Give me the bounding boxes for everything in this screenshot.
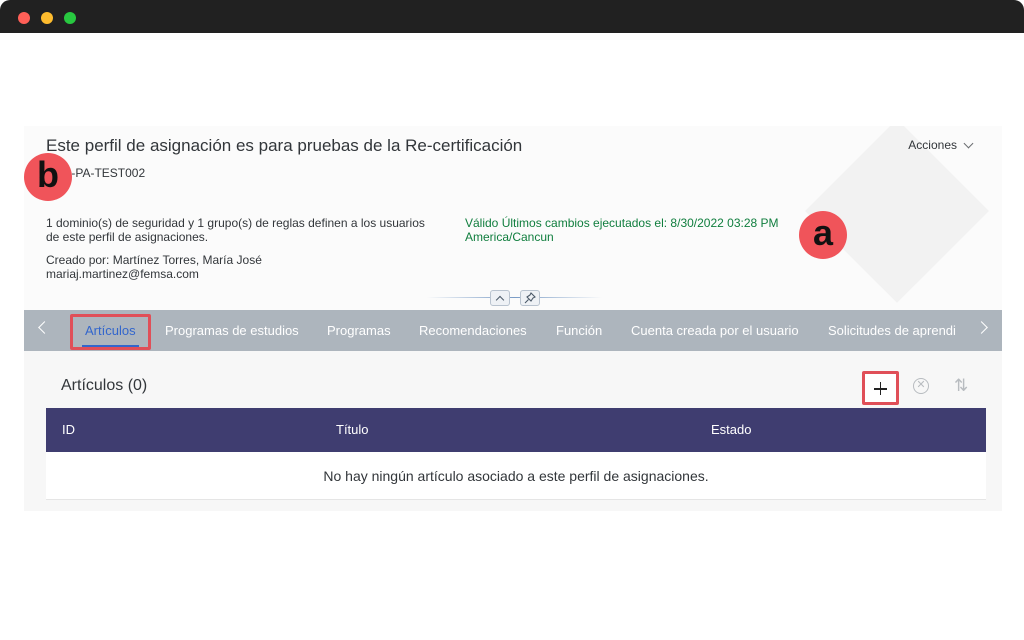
assignment-profile-page: Este perfil de asignación es para prueba…: [24, 126, 1002, 511]
created-by-email: mariaj.martinez@femsa.com: [46, 267, 199, 281]
pin-header-button[interactable]: [520, 290, 540, 306]
status-line: Válido Últimos cambios ejecutados el: 8/…: [465, 216, 779, 230]
sort-icon: ⇅: [954, 376, 969, 395]
tab-solicitudes[interactable]: Solicitudes de aprendi: [828, 310, 956, 351]
tab-strip: Artículos Programas de estudios Programa…: [59, 310, 957, 351]
empty-table-message: No hay ningún artículo asociado a este p…: [46, 452, 986, 500]
timezone: America/Cancun: [465, 230, 554, 244]
table-header: ID Título Estado: [46, 408, 986, 452]
pin-icon: [524, 292, 536, 304]
page-title: Este perfil de asignación es para prueba…: [46, 136, 523, 155]
object-header: Este perfil de asignación es para prueba…: [24, 126, 1002, 310]
annotation-highlight-b: [70, 314, 151, 350]
close-window-button[interactable]: [18, 12, 30, 24]
profile-description: 1 dominio(s) de seguridad y 1 grupo(s) d…: [46, 216, 425, 244]
header-collapse-controls: [427, 289, 602, 307]
annotation-badge-a: a: [799, 211, 847, 259]
status-text: Válido Últimos cambios ejecutados el: 8/…: [465, 216, 825, 244]
minimize-window-button[interactable]: [41, 12, 53, 24]
close-circle-icon: ✕: [916, 379, 926, 391]
tab-funcion[interactable]: Función: [556, 310, 602, 351]
created-by-name: Creado por: Martínez Torres, María José: [46, 253, 262, 267]
plus-icon-stroke: [879, 382, 882, 395]
column-header-id[interactable]: ID: [62, 408, 75, 452]
add-article-button[interactable]: [862, 371, 899, 405]
remove-button[interactable]: ✕: [913, 378, 929, 394]
column-header-estado[interactable]: Estado: [711, 408, 751, 452]
column-header-titulo[interactable]: Título: [336, 408, 369, 452]
tab-cuenta-creada[interactable]: Cuenta creada por el usuario: [631, 310, 799, 351]
actions-menu-button[interactable]: Acciones: [908, 138, 974, 152]
tab-programas[interactable]: Programas: [327, 310, 391, 351]
created-by: Creado por: Martínez Torres, María José …: [46, 253, 262, 281]
tab-programas-de-estudios[interactable]: Programas de estudios: [165, 310, 299, 351]
chevron-down-icon: [963, 138, 974, 148]
sort-button[interactable]: ⇅: [954, 376, 968, 396]
tab-recomendaciones[interactable]: Recomendaciones: [419, 310, 527, 351]
annotation-badge-b: b: [24, 153, 72, 201]
collapse-header-button[interactable]: [490, 290, 510, 306]
header-divider: [427, 297, 602, 298]
scroll-tabs-right-icon[interactable]: [975, 321, 988, 334]
maximize-window-button[interactable]: [64, 12, 76, 24]
window-titlebar: [0, 0, 1024, 33]
tab-bar: Artículos Programas de estudios Programa…: [24, 310, 1002, 351]
scroll-tabs-left-icon[interactable]: [38, 321, 51, 334]
section-title: Artículos (0): [61, 377, 148, 394]
actions-label: Acciones: [908, 138, 957, 152]
chevron-up-icon: [495, 295, 505, 304]
